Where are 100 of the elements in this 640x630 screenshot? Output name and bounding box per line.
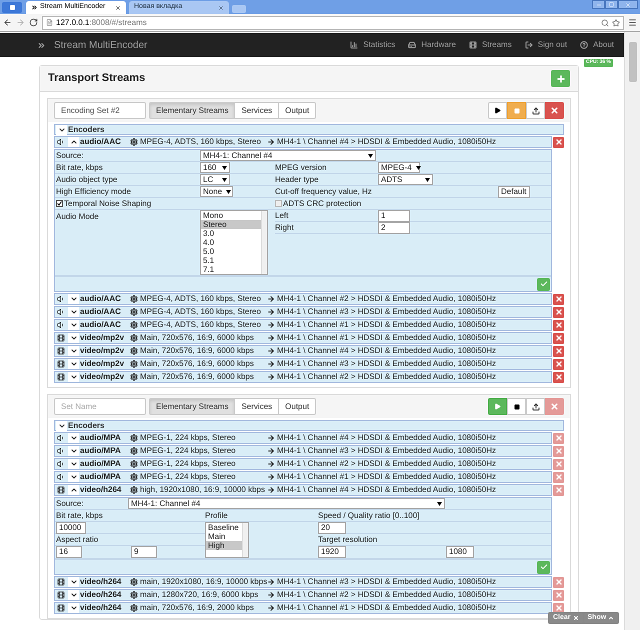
settings-icon[interactable] [130,604,138,612]
profile-listbox[interactable]: Baseline Main High [205,522,249,558]
expand-toggle[interactable] [68,459,79,469]
collapse-toggle[interactable] [56,124,67,134]
stop-button[interactable] [507,398,526,415]
list-option[interactable]: 3.0 [201,229,261,238]
play-button[interactable] [488,102,507,119]
expand-toggle[interactable] [68,577,79,587]
list-option[interactable]: Main [206,532,242,541]
encoder-row[interactable]: video/mp2v Main, 720x576, 16:9, 6000 kbps MH4-1 \ Channel #2 > HDSDI & Embedded Audio, 1080i50Hz [54,371,552,383]
settings-icon[interactable] [130,360,138,368]
set-tab[interactable]: Elementary Streams [149,398,236,415]
export-button[interactable] [526,102,545,119]
nav-link[interactable]: Hardware [408,39,456,51]
settings-icon[interactable] [130,447,138,455]
close-window-button[interactable] [618,0,638,9]
expand-toggle[interactable] [68,446,79,456]
expand-toggle[interactable] [68,590,79,600]
remove-button[interactable] [553,358,564,370]
settings-icon[interactable] [130,460,138,468]
search-icon[interactable] [601,18,609,26]
set-tab[interactable]: Output [278,398,316,415]
expand-toggle[interactable] [68,320,79,330]
remove-button[interactable] [553,372,564,382]
encoder-row[interactable]: video/h264 main, 720x576, 16:9, 2000 kbps MH4-1 \ Channel #1 > HDSDI & Embedded Audio, 1080i50Hz [54,602,552,614]
star-icon[interactable] [612,18,620,26]
remove-button[interactable] [553,306,564,318]
encoder-row[interactable]: audio/AAC MPEG-4, ADTS, 160 kbps, Stereo MH4-1 \ Channel #4 > HDSDI & Embedded Audio, 1080i50Hz [54,136,552,148]
aspect-width-field[interactable]: 16 [56,546,82,558]
encoder-row[interactable]: video/h264 main, 1920x1080, 16:9, 10000 kbps MH4-1 \ Channel #3 > HDSDI & Embedded Audio, 1080i50Hz [54,576,552,588]
source-select[interactable]: MH4-1: Channel #4 [128,498,445,509]
encoder-row[interactable]: video/mp2v Main, 720x576, 16:9, 6000 kbps MH4-1 \ Channel #4 > HDSDI & Embedded Audio, 1080i50Hz [54,345,552,357]
bitrate-select[interactable]: 160 [200,162,230,173]
nav-link[interactable]: Streams [468,39,512,51]
settings-icon[interactable] [130,434,138,442]
right-channel-field[interactable]: 2 [378,222,410,234]
encoder-row[interactable]: video/h264 main, 1280x720, 16:9, 6000 kbps MH4-1 \ Channel #2 > HDSDI & Embedded Audio, 1080i50Hz [54,589,552,601]
close-icon[interactable] [115,4,121,10]
expand-toggle[interactable] [68,333,79,343]
reload-icon[interactable] [29,18,38,27]
remove-button[interactable] [553,602,564,614]
settings-icon[interactable] [130,347,138,355]
delete-set-button[interactable] [545,102,564,119]
remove-button[interactable] [553,294,564,304]
he-mode-select[interactable]: None [200,186,233,197]
set-name-field[interactable]: Encoding Set #2 [54,102,146,119]
back-icon[interactable] [3,18,12,27]
settings-icon[interactable] [130,138,138,146]
object-type-select[interactable]: LC [200,174,230,185]
settings-icon[interactable] [130,473,138,481]
restore-button[interactable] [605,0,618,9]
remove-button[interactable] [553,332,564,344]
set-tab[interactable]: Elementary Streams [149,102,236,119]
source-select[interactable]: MH4-1: Channel #4 [200,150,376,161]
mpeg-version-select[interactable]: MPEG-4 [378,162,420,173]
remove-button[interactable] [553,320,564,330]
expand-toggle[interactable] [68,603,79,613]
aspect-height-field[interactable]: 9 [131,546,157,558]
left-channel-field[interactable]: 1 [378,210,410,222]
scrollbar-track[interactable] [261,211,267,274]
apps-icon[interactable] [2,2,22,13]
list-option[interactable]: Baseline [206,523,242,532]
encoder-row[interactable]: video/h264 high, 1920x1080, 16:9, 10000 kbps MH4-1 \ Channel #4 > HDSDI & Embedded Audio, 1080i50Hz [54,484,552,496]
scrollbar-track[interactable] [242,523,248,557]
list-option[interactable]: 5.1 [201,256,261,265]
cutoff-field[interactable]: Default [498,186,530,198]
bitrate-field[interactable]: 10000 [56,522,86,534]
encoder-row[interactable]: audio/AAC MPEG-4, ADTS, 160 kbps, Stereo MH4-1 \ Channel #1 > HDSDI & Embedded Audio, 1080i50Hz [54,319,552,331]
encoder-row[interactable]: audio/MPA MPEG-1, 224 kbps, Stereo MH4-1 \ Channel #1 > HDSDI & Embedded Audio, 1080i50Hz [54,471,552,483]
settings-icon[interactable] [130,308,138,316]
settings-icon[interactable] [130,295,138,303]
header-type-select[interactable]: ADTS [378,174,433,185]
expand-toggle[interactable] [68,485,79,495]
expand-toggle[interactable] [68,346,79,356]
set-tab[interactable]: Services [234,398,280,415]
encoder-row[interactable]: video/mp2v Main, 720x576, 16:9, 6000 kbps MH4-1 \ Channel #3 > HDSDI & Embedded Audio, 1080i50Hz [54,358,552,370]
list-option[interactable]: 5.0 [201,247,261,256]
list-option[interactable]: Stereo [201,220,261,229]
expand-toggle[interactable] [68,372,79,382]
settings-icon[interactable] [130,373,138,381]
speed-field[interactable]: 20 [318,522,346,534]
list-option[interactable]: High [206,541,242,550]
brand-link[interactable]: Stream MultiEncoder [54,38,148,52]
scrollbar[interactable] [624,32,640,630]
set-tab[interactable]: Output [278,102,316,119]
menu-icon[interactable] [628,18,637,27]
list-option[interactable]: 7.1 [201,265,261,274]
settings-icon[interactable] [130,578,138,586]
expand-toggle[interactable] [68,307,79,317]
list-option[interactable]: Mono [201,211,261,220]
settings-icon[interactable] [130,321,138,329]
checkbox[interactable] [56,200,63,207]
address-bar[interactable]: 127.0.0.1:8008/#/streams [42,16,624,30]
expand-toggle[interactable] [68,433,79,443]
height-field[interactable]: 1080 [446,546,474,558]
width-field[interactable]: 1920 [318,546,346,558]
encoder-row[interactable]: video/mp2v Main, 720x576, 16:9, 6000 kbps MH4-1 \ Channel #1 > HDSDI & Embedded Audio, 1080i50Hz [54,332,552,344]
minimize-button[interactable] [592,0,605,9]
list-option[interactable]: 4.0 [201,238,261,247]
nav-link[interactable]: Sign out [524,39,568,51]
